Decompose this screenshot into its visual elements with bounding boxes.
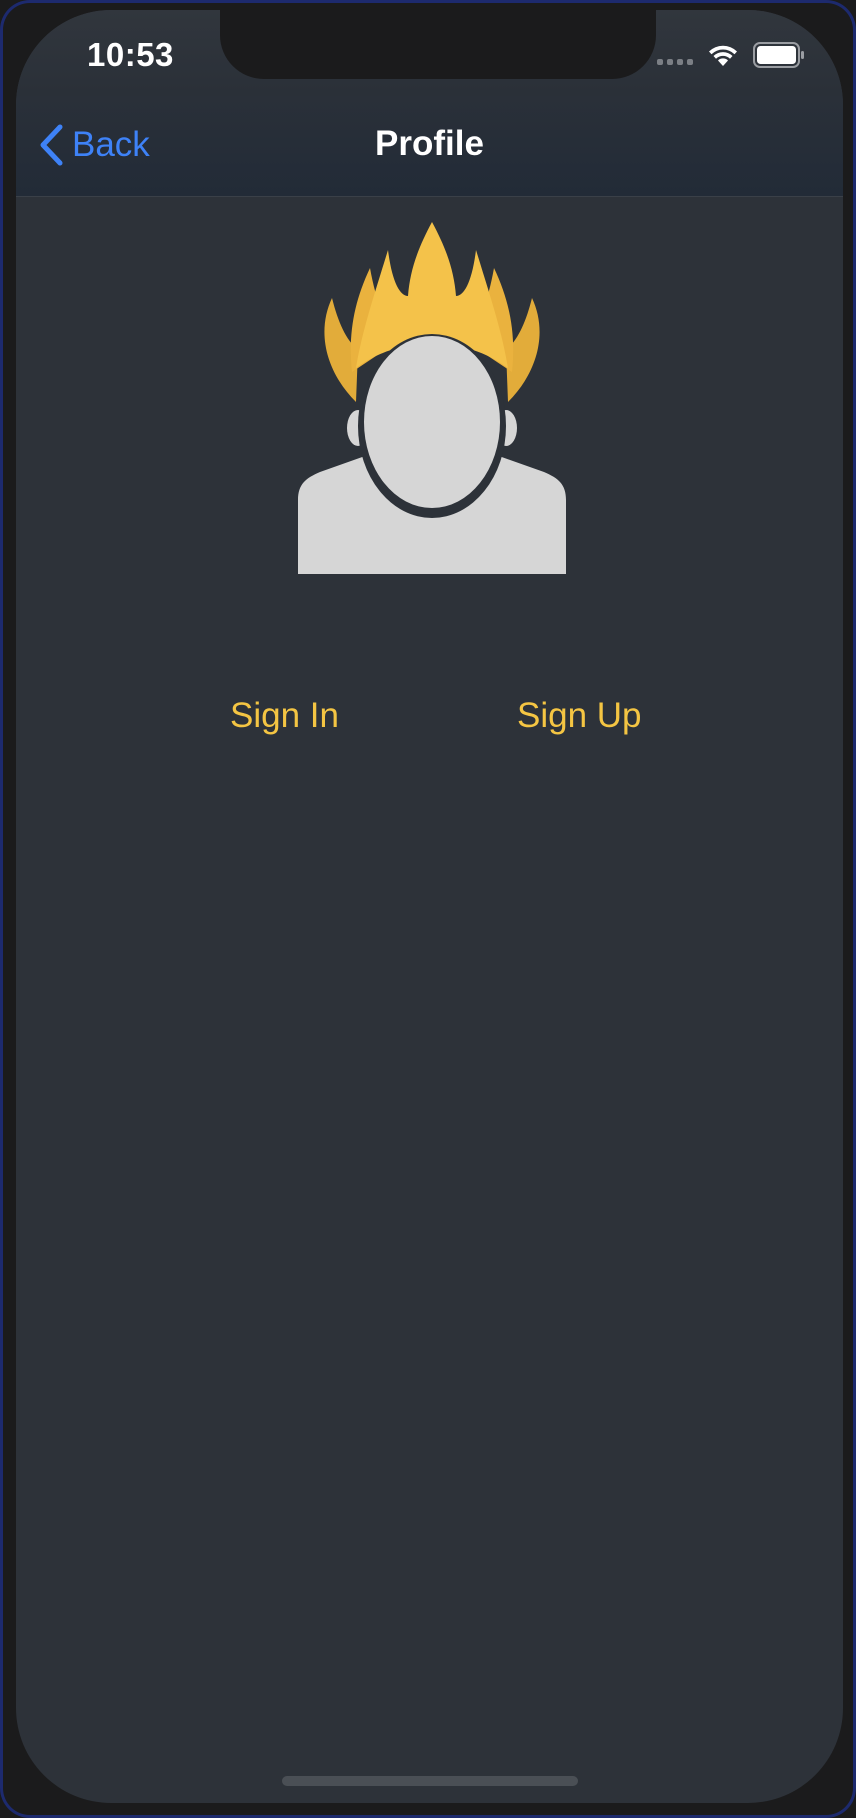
wifi-icon xyxy=(709,45,737,66)
status-icons xyxy=(657,42,805,68)
page-title: Profile xyxy=(375,124,484,163)
status-time: 10:53 xyxy=(87,36,174,73)
battery-icon xyxy=(753,42,804,68)
user-avatar-icon xyxy=(296,222,568,576)
profile-avatar-graphic xyxy=(298,222,566,574)
cellular-signal-icon xyxy=(657,43,693,67)
navigation-bar: Back Profile xyxy=(16,96,843,197)
device-notch xyxy=(220,10,656,79)
auth-actions: Sign In Sign Up xyxy=(16,696,843,746)
home-indicator[interactable] xyxy=(282,1776,578,1786)
phone-screen: 10:53 Back Profile Sign In Sign Up xyxy=(16,10,843,1803)
device-frame: 10:53 Back Profile Sign In Sign Up xyxy=(0,0,856,1818)
sign-up-button[interactable]: Sign Up xyxy=(517,696,642,736)
sign-in-button[interactable]: Sign In xyxy=(230,696,339,736)
